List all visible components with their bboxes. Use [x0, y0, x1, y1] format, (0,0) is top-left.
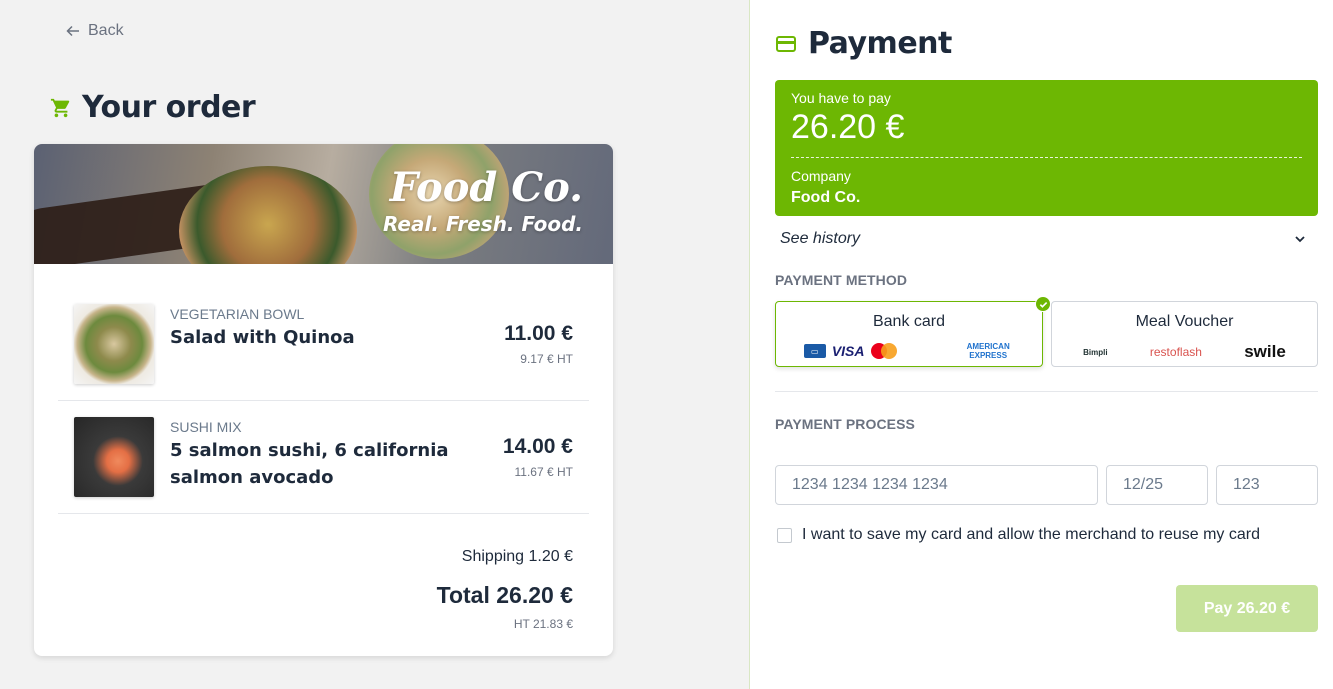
- pay-button[interactable]: Pay 26.20 €: [1176, 585, 1318, 632]
- company-name: Food Co.: [791, 189, 861, 206]
- item-price-ht: 9.17 € HT: [520, 352, 573, 366]
- item-price: 11.00 €: [504, 322, 573, 345]
- payment-title: Payment: [808, 26, 952, 61]
- item-category: SUSHI MIX: [170, 419, 242, 435]
- card-cvc-input[interactable]: 123: [1216, 465, 1318, 505]
- merchant-name: Food Co.: [389, 164, 583, 211]
- item-price-ht: 11.67 € HT: [514, 465, 573, 479]
- order-card: Food Co. Real. Fresh. Food. VEGETARIAN B…: [34, 144, 613, 656]
- payment-process-label: PAYMENT PROCESS: [775, 416, 915, 432]
- item-price: 14.00 €: [502, 435, 573, 458]
- bimpli-logo: Bimpli: [1083, 347, 1108, 357]
- order-heading: Your order: [50, 90, 256, 125]
- amount-due: 26.20 €: [791, 108, 905, 146]
- back-link[interactable]: Back: [66, 22, 124, 40]
- order-item: VEGETARIAN BOWL Salad with Quinoa 11.00 …: [58, 304, 589, 384]
- to-pay-label: You have to pay: [791, 90, 891, 106]
- swile-logo: swile: [1244, 342, 1286, 361]
- see-history-label: See history: [780, 230, 861, 247]
- cart-icon: [50, 98, 70, 117]
- amex-logo: AMERICAN EXPRESS: [966, 342, 1010, 360]
- save-card-label: I want to save my card and allow the mer…: [802, 526, 1260, 543]
- chevron-down-icon: [1295, 236, 1305, 243]
- item-divider: [58, 513, 589, 514]
- mastercard-logo-icon: [870, 343, 897, 359]
- card-expiry-input[interactable]: 12/25: [1106, 465, 1208, 505]
- payment-method-label: PAYMENT METHOD: [775, 272, 908, 288]
- payment-heading: Payment: [776, 26, 952, 61]
- banner-bowl-image: [179, 166, 357, 264]
- card-number-input[interactable]: 1234 1234 1234 1234: [775, 465, 1098, 505]
- order-total: Total 26.20 €: [436, 582, 573, 608]
- payment-method-bank-card[interactable]: Bank card ▭ VISA AMERICAN EXPRESS: [775, 296, 1051, 367]
- section-divider: [775, 391, 1318, 392]
- merchant-banner: Food Co. Real. Fresh. Food.: [34, 144, 613, 264]
- see-history-toggle[interactable]: See history: [780, 230, 1306, 248]
- item-name: 5 salmon sushi, 6 california salmon avoc…: [170, 440, 449, 488]
- back-label: Back: [88, 22, 124, 39]
- item-image: [74, 304, 154, 384]
- amount-summary: You have to pay 26.20 € Company Food Co.: [775, 80, 1318, 216]
- selected-check-icon: [1035, 296, 1051, 312]
- order-title: Your order: [82, 90, 256, 125]
- method-label: Bank card: [872, 313, 946, 330]
- payment-method-meal-voucher[interactable]: Meal Voucher Bimpli restoflash swile: [1051, 301, 1318, 367]
- restoflash-logo: restoflash: [1149, 345, 1202, 359]
- order-item: SUSHI MIX 5 salmon sushi, 6 california s…: [58, 417, 589, 497]
- save-card-checkbox[interactable]: [777, 527, 792, 543]
- credit-card-icon: [776, 35, 796, 52]
- arrow-left-icon: [66, 25, 79, 37]
- company-label: Company: [791, 168, 851, 184]
- order-panel: Back Your order Food Co. Real. Fresh. Fo…: [0, 0, 749, 689]
- merchant-tagline: Real. Fresh. Food.: [383, 212, 583, 236]
- method-label: Meal Voucher: [1135, 313, 1234, 330]
- shipping-cost: Shipping 1.20 €: [461, 548, 573, 565]
- merchant-logo: Food Co. Real. Fresh. Food.: [383, 164, 583, 237]
- cb-logo-icon: ▭: [803, 344, 826, 358]
- item-name: Salad with Quinoa: [170, 327, 355, 348]
- order-total-ht: HT 21.83 €: [513, 617, 573, 631]
- item-divider: [58, 400, 589, 401]
- visa-logo: VISA: [831, 343, 865, 359]
- item-image: [74, 417, 154, 497]
- dashed-divider: [791, 157, 1302, 158]
- payment-panel: Payment You have to pay 26.20 € Company …: [749, 0, 1333, 689]
- save-card-option: I want to save my card and allow the mer…: [777, 526, 1260, 544]
- item-category: VEGETARIAN BOWL: [170, 306, 305, 322]
